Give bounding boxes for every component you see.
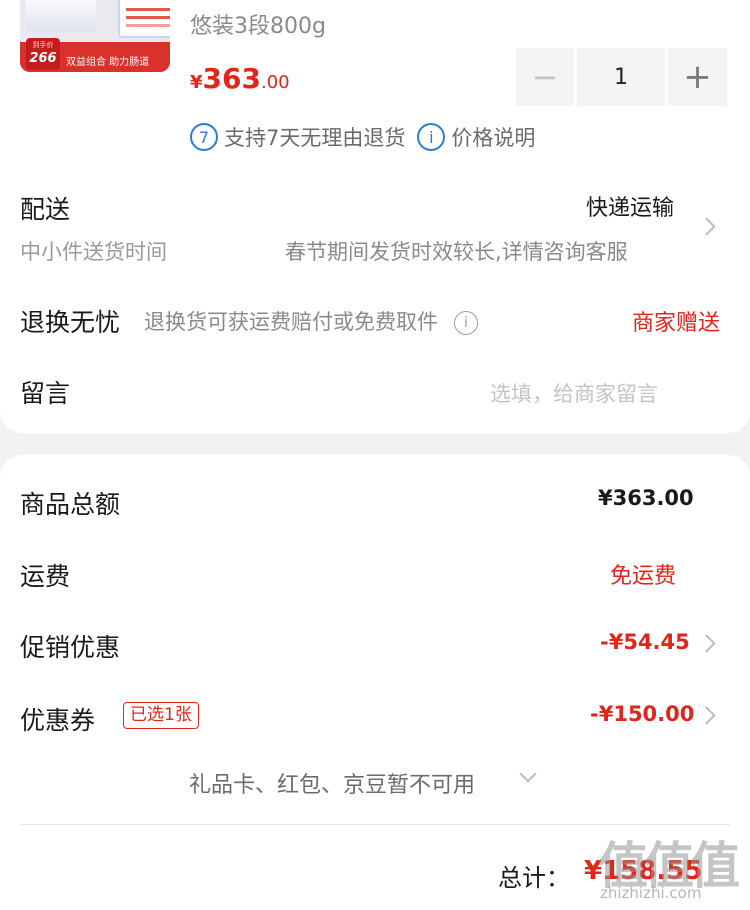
product-box-image <box>118 0 170 38</box>
grand-total-label: 总计： <box>498 864 570 892</box>
decrease-quantity-button[interactable]: − <box>516 48 574 106</box>
increase-quantity-button[interactable]: + <box>668 48 727 106</box>
promo-value[interactable]: -¥54.45 <box>600 630 690 654</box>
watermark-site: zhizhizhi.com <box>600 884 702 902</box>
divider <box>20 824 730 825</box>
delivery-label: 配送 <box>20 195 71 224</box>
promo-slogan: 双益组合 助力肠道 <box>66 57 150 68</box>
giftcard-note[interactable]: 礼品卡、红包、京豆暂不可用 <box>189 767 475 799</box>
product-thumbnail[interactable]: 到手价 266 双益组合 助力肠道 <box>20 0 170 72</box>
shipping-label: 运费 <box>20 562 71 591</box>
return-description: 退换货可获运费赔付或免费取件 i <box>144 306 478 336</box>
quantity-stepper: − 1 + <box>516 48 730 106</box>
total-goods-value: ¥363.00 <box>598 486 694 510</box>
return-value: 商家赠送 <box>632 311 721 336</box>
message-input[interactable]: 选填，给商家留言 <box>490 378 658 408</box>
delivery-note: 春节期间发货时效较长,详情咨询客服 <box>285 240 628 264</box>
product-can-image <box>26 0 96 32</box>
seven-day-return-icon: 7 <box>190 123 218 151</box>
coupon-selected-badge: 已选1张 <box>123 702 199 729</box>
shipping-value: 免运费 <box>610 564 677 589</box>
product-price: ¥363.00 <box>190 62 290 95</box>
price-currency: ¥ <box>190 72 203 93</box>
return-info-icon[interactable]: i <box>454 311 478 335</box>
price-integer: 363 <box>202 62 261 95</box>
promo-label: 促销优惠 <box>20 633 121 662</box>
message-label: 留言 <box>20 379 71 408</box>
seven-day-return-tag[interactable]: 支持7天无理由退货 <box>224 122 405 152</box>
price-info-label: 价格说明 <box>451 126 536 150</box>
info-icon: i <box>417 123 446 151</box>
return-description-text: 退换货可获运费赔付或免费取件 <box>144 310 438 334</box>
return-label: 退换无忧 <box>20 308 121 337</box>
delivery-subtitle: 中小件送货时间 <box>20 240 167 264</box>
product-spec: 悠装3段800g <box>190 14 326 39</box>
badge-price: 266 <box>29 51 57 66</box>
coupon-value[interactable]: -¥150.00 <box>590 702 694 726</box>
total-goods-label: 商品总额 <box>20 490 121 519</box>
coupon-label: 优惠券 <box>20 706 96 735</box>
service-tags: 7 支持7天无理由退货 i 价格说明 <box>190 122 535 152</box>
watermark-logo: 值值值 zhizhizhi.com <box>598 826 743 906</box>
price-badge: 到手价 266 <box>26 38 60 70</box>
price-decimal: .00 <box>260 72 290 93</box>
quantity-input[interactable]: 1 <box>577 48 665 106</box>
delivery-method[interactable]: 快递运输 <box>586 190 674 222</box>
delivery-chevron-right-icon[interactable] <box>697 217 716 236</box>
badge-prefix: 到手价 <box>32 41 54 49</box>
order-item-card: 到手价 266 双益组合 助力肠道 悠装3段800g ¥363.00 − 1 +… <box>0 0 750 433</box>
price-info-link[interactable]: i 价格说明 <box>417 122 535 152</box>
